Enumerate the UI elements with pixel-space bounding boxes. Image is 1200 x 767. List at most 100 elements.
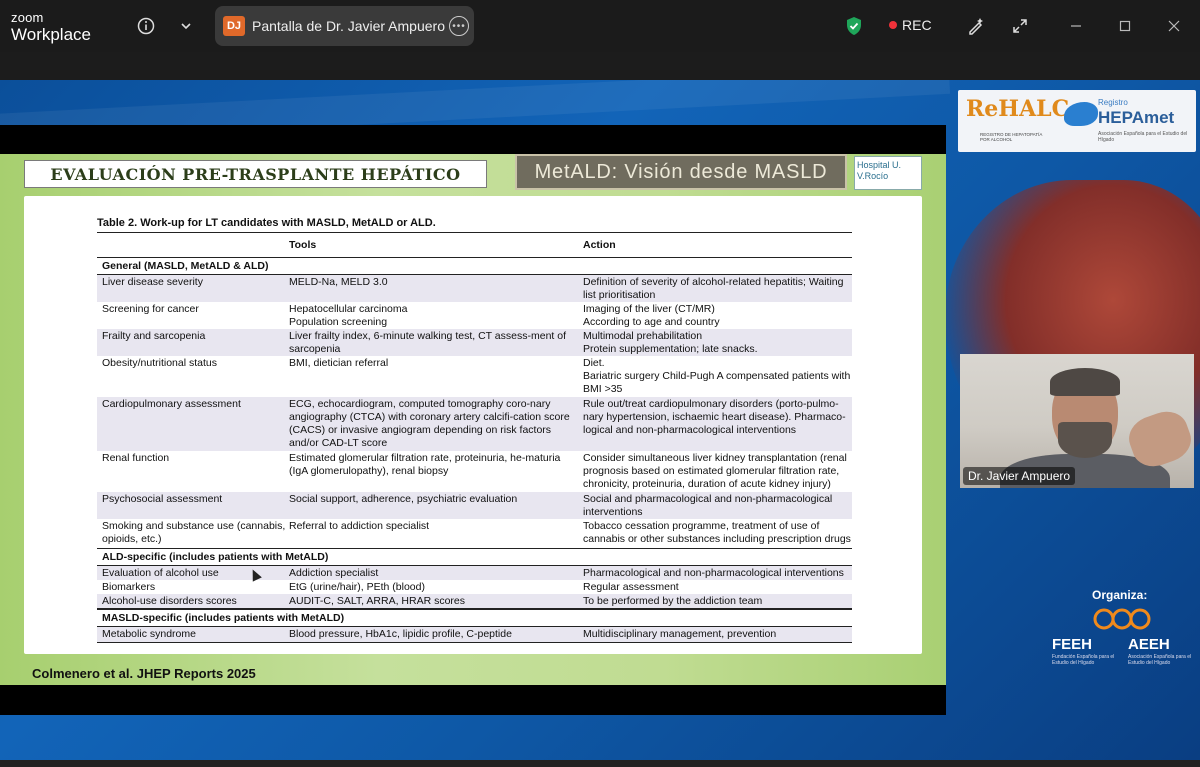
close-icon[interactable] <box>1162 14 1186 38</box>
row-action: Consider simultaneous liver kidney trans… <box>583 452 847 490</box>
brand-big: Workplace <box>11 25 91 44</box>
row-tools: BMI, dietician referral <box>289 357 389 369</box>
table-row: Alcohol-use disorders scores AUDIT-C, SAL… <box>97 594 852 609</box>
rows-masld: Metabolic syndrome Blood pressure, HbA1c,… <box>97 627 852 643</box>
row-label: Smoking and substance use (cannabis, opi… <box>102 520 286 545</box>
row-tools: Social support, adherence, psychiatric e… <box>289 493 518 505</box>
title-bar: zoom Workplace DJ Pantalla de Dr. Javier… <box>0 0 1200 52</box>
row-tools: Referral to addiction specialist <box>289 520 430 532</box>
row-action: Pharmacological and non-pharmacological … <box>583 567 844 579</box>
minimize-icon[interactable] <box>1064 14 1088 38</box>
share-title: Pantalla de Dr. Javier Ampuero <box>252 18 445 34</box>
brand-small: zoom <box>11 10 44 25</box>
table-row: Psychosocial assessment Social support, a… <box>97 492 852 519</box>
slide-citation: Colmenero et al. JHEP Reports 2025 <box>32 666 256 681</box>
table-row: Obesity/nutritional status BMI, dietician… <box>97 356 852 397</box>
row-action: Diet. Bariatric surgery Child-Pugh A com… <box>583 357 851 395</box>
table-row: Liver disease severity MELD-Na, MELD 3.0 D… <box>97 275 852 302</box>
row-tools: Addiction specialist <box>289 567 379 579</box>
shield-icon[interactable] <box>842 14 866 38</box>
presenter-initials: DJ <box>223 16 245 36</box>
row-tools: ECG, echocardiogram, computed tomography… <box>289 398 570 449</box>
rehalc-logo: ReHALC <box>966 96 1070 122</box>
row-tools: Blood pressure, HbA1c, lipidic profile, … <box>289 628 512 640</box>
row-label: Renal function <box>102 452 170 464</box>
table-row: Smoking and substance use (cannabis, opi… <box>97 519 852 549</box>
table-row: Cardiopulmonary assessment ECG, echocardi… <box>97 397 852 451</box>
section-general: General (MASLD, MetALD & ALD) <box>97 258 852 275</box>
row-action: Regular assessment <box>583 581 679 593</box>
zoom-logo: zoom Workplace <box>11 11 91 43</box>
row-label: Biomarkers <box>102 581 156 593</box>
person-hair <box>1050 368 1120 396</box>
info-icon[interactable] <box>134 14 158 38</box>
section-masld: MASLD-specific (includes patients with M… <box>97 609 852 627</box>
row-action: Rule out/treat cardiopulmonary disorders… <box>583 398 846 436</box>
row-label: Metabolic syndrome <box>102 628 196 640</box>
rec-label: REC <box>902 17 932 33</box>
col-tools-header: Tools <box>289 239 317 251</box>
person-beard <box>1058 422 1112 458</box>
liver-logo-icon <box>1064 102 1098 126</box>
row-label: Screening for cancer <box>102 303 199 315</box>
rows-ald: Evaluation of alcohol use Addiction speci… <box>97 566 852 609</box>
table-row: Renal function Estimated glomerular filtr… <box>97 451 852 492</box>
hepamet-subtitle: Asociación Española para el Estudio del … <box>1098 131 1188 143</box>
row-label: Liver disease severity <box>102 276 203 288</box>
row-label: Psychosocial assessment <box>102 493 223 505</box>
row-tools: EtG (urine/hair), PEth (blood) <box>289 581 425 593</box>
table-row: Biomarkers EtG (urine/hair), PEth (blood)… <box>97 580 852 594</box>
recording-indicator[interactable]: REC <box>889 17 932 33</box>
rec-dot-icon <box>889 21 897 29</box>
chevron-down-icon[interactable] <box>174 14 198 38</box>
row-tools: AUDIT-C, SALT, ARRA, HRAR scores <box>289 595 466 607</box>
rows-general: Liver disease severity MELD-Na, MELD 3.0 D… <box>97 275 852 549</box>
screen-share-pill[interactable]: DJ Pantalla de Dr. Javier Ampuero ••• <box>215 6 474 46</box>
feeh-logo-icon <box>1093 608 1151 630</box>
table-row: Metabolic syndrome Blood pressure, HbA1c,… <box>97 627 852 643</box>
organiza-label: Organiza: <box>1092 588 1148 602</box>
presentation-slide: EVALUACIÓN PRE-TRASPLANTE HEPÁTICO MetAL… <box>0 154 946 685</box>
hospital-logo: Hospital U. V.Rocío <box>854 156 922 190</box>
participant-video[interactable]: Dr. Javier Ampuero <box>960 354 1194 488</box>
more-options-icon[interactable]: ••• <box>449 16 469 36</box>
toolbar-gap <box>0 52 1200 80</box>
row-tools: MELD-Na, MELD 3.0 <box>289 276 388 288</box>
row-label: Cardiopulmonary assessment <box>102 398 241 410</box>
col-action-header: Action <box>583 239 616 251</box>
slide-subtitle-box: MetALD: Visión desde MASLD <box>515 154 847 190</box>
row-action: Multidisciplinary management, prevention <box>583 628 777 640</box>
table-caption: Table 2. Work-up for LT candidates with … <box>97 217 436 229</box>
section-ald: ALD-specific (includes patients with Met… <box>97 549 852 566</box>
row-action: Multimodal prehabilitation Protein suppl… <box>583 330 758 355</box>
registro-label: Registro <box>1098 98 1128 107</box>
annotate-icon[interactable] <box>964 14 988 38</box>
row-label: Alcohol-use disorders scores <box>102 595 237 607</box>
sponsor-logos: ReHALC REGISTRO DE HEPATOPATÍA POR ALCOH… <box>958 90 1196 152</box>
table-row: Screening for cancer Hepatocellular carci… <box>97 302 852 329</box>
workup-table: Tools Action General (MASLD, MetALD & AL… <box>97 232 852 643</box>
row-action: Definition of severity of alcohol-relate… <box>583 276 844 301</box>
maximize-icon[interactable] <box>1113 14 1137 38</box>
row-action: Social and pharmacological and non-pharm… <box>583 493 833 518</box>
feeh-logo: FEEH <box>1052 636 1093 653</box>
row-tools: Liver frailty index, 6-minute walking te… <box>289 330 566 355</box>
aeeh-subtitle: Asociación Española para el Estudio del … <box>1128 654 1192 666</box>
table-row: Frailty and sarcopenia Liver frailty inde… <box>97 329 852 356</box>
slide-title: EVALUACIÓN PRE-TRASPLANTE HEPÁTICO <box>50 164 461 184</box>
aeeh-logo: AEEH <box>1128 636 1170 653</box>
row-action: Imaging of the liver (CT/MR) According t… <box>583 303 720 328</box>
fullscreen-icon[interactable] <box>1008 14 1032 38</box>
row-action: Tobacco cessation programme, treatment o… <box>583 520 851 545</box>
slide-title-box: EVALUACIÓN PRE-TRASPLANTE HEPÁTICO <box>24 160 487 188</box>
row-action: To be performed by the addiction team <box>583 595 763 607</box>
row-tools: Hepatocellular carcinoma Population scre… <box>289 303 408 328</box>
feeh-subtitle: Fundación Española para el Estudio del H… <box>1052 654 1115 666</box>
participant-name: Dr. Javier Ampuero <box>963 467 1076 485</box>
slide-subtitle: MetALD: Visión desde MASLD <box>534 160 828 183</box>
hepamet-logo: HEPAmet <box>1098 108 1175 127</box>
row-label: Frailty and sarcopenia <box>102 330 206 342</box>
table-card: Table 2. Work-up for LT candidates with … <box>24 196 922 654</box>
row-label: Obesity/nutritional status <box>102 357 217 369</box>
table-header: Tools Action <box>97 232 852 258</box>
